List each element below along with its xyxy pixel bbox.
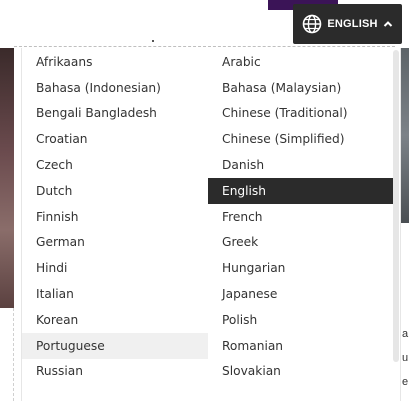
language-option[interactable]: Hindi <box>22 255 208 281</box>
language-option-selected[interactable]: English <box>208 177 394 204</box>
background-letter: e <box>402 376 409 388</box>
chevron-up-icon <box>383 20 393 28</box>
background-image-left <box>0 48 14 308</box>
language-option[interactable]: Afrikaans <box>22 49 208 75</box>
language-option[interactable]: Hungarian <box>208 255 394 281</box>
language-selector-button[interactable]: ENGLISH <box>293 4 402 44</box>
background-letter: a <box>402 328 409 340</box>
language-option[interactable]: Greek <box>208 230 394 256</box>
language-option[interactable]: Slovakian <box>208 359 394 385</box>
language-option[interactable]: Japanese <box>208 281 394 307</box>
background-text-right: a u e <box>402 322 409 394</box>
language-option[interactable]: Finnish <box>22 204 208 230</box>
language-option[interactable]: French <box>208 204 394 230</box>
background-letter: u <box>402 352 409 364</box>
language-option[interactable]: Polish <box>208 307 394 333</box>
language-option[interactable]: Chinese (Traditional) <box>208 101 394 127</box>
separator-dot <box>152 40 154 42</box>
background-panel-left <box>0 308 14 401</box>
dropdown-scrollbar[interactable] <box>393 50 399 362</box>
language-option[interactable]: Portuguese <box>22 332 208 359</box>
language-option[interactable]: Russian <box>22 359 208 385</box>
language-option[interactable]: Arabic <box>208 49 394 75</box>
background-image-right <box>401 48 409 223</box>
language-option[interactable]: Chinese (Simplified) <box>208 126 394 152</box>
language-selector-label: ENGLISH <box>327 18 378 30</box>
language-option[interactable]: German <box>22 230 208 256</box>
language-dropdown: Afrikaans Arabic Bahasa (Indonesian) Bah… <box>21 48 401 401</box>
language-option[interactable]: Korean <box>22 307 208 333</box>
globe-icon <box>302 14 322 34</box>
language-option[interactable]: Bahasa (Malaysian) <box>208 75 394 101</box>
language-option[interactable]: Dutch <box>22 178 208 204</box>
language-options-grid: Afrikaans Arabic Bahasa (Indonesian) Bah… <box>22 48 394 384</box>
language-option[interactable]: Danish <box>208 152 394 178</box>
language-option[interactable]: Romanian <box>208 333 394 359</box>
language-option[interactable]: Bahasa (Indonesian) <box>22 75 208 101</box>
language-option[interactable]: Italian <box>22 281 208 307</box>
language-option[interactable]: Czech <box>22 152 208 178</box>
language-option[interactable]: Bengali Bangladesh <box>22 101 208 127</box>
language-option[interactable]: Croatian <box>22 126 208 152</box>
header-divider <box>14 46 395 47</box>
